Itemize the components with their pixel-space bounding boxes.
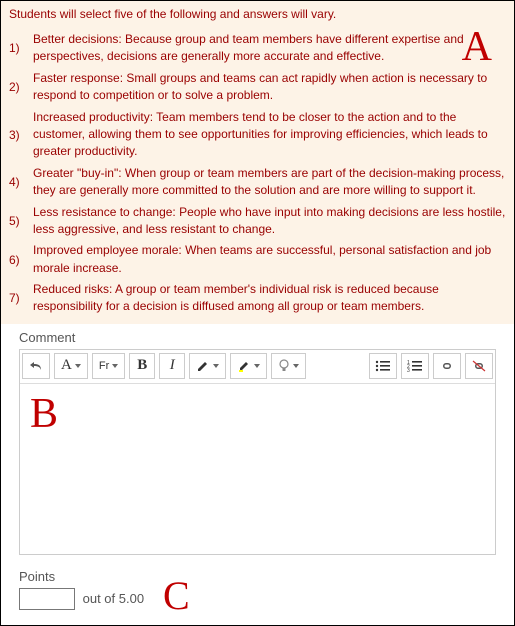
points-label: Points — [19, 569, 514, 584]
bold-button[interactable]: B — [129, 353, 155, 379]
insert-dropdown[interactable] — [271, 353, 306, 379]
lightbulb-icon — [278, 359, 290, 373]
bullet-list-button[interactable] — [369, 353, 397, 379]
chevron-down-icon — [254, 364, 260, 368]
item-number: 2) — [9, 68, 33, 107]
editor-toolbar: A Fr B I 123 — [20, 350, 495, 384]
chevron-down-icon — [75, 364, 81, 368]
pencil-icon — [196, 359, 210, 373]
text-color-dropdown[interactable] — [189, 353, 226, 379]
item-text: Better decisions: Because group and team… — [33, 29, 506, 68]
unlink-button[interactable] — [465, 353, 493, 379]
highlighter-icon — [237, 359, 251, 373]
italic-button[interactable]: I — [159, 353, 185, 379]
list-item: 5) Less resistance to change: People who… — [9, 202, 506, 241]
comment-label: Comment — [19, 330, 514, 345]
answer-list: 1) Better decisions: Because group and t… — [9, 29, 506, 318]
list-item: 1) Better decisions: Because group and t… — [9, 29, 506, 68]
list-item: 4) Greater "buy-in": When group or team … — [9, 163, 506, 202]
item-number: 1) — [9, 29, 33, 68]
item-number: 5) — [9, 202, 33, 241]
points-suffix: out of 5.00 — [83, 591, 144, 606]
undo-button[interactable] — [22, 353, 50, 379]
list-item: 2) Faster response: Small groups and tea… — [9, 68, 506, 107]
bullet-list-icon — [375, 359, 391, 373]
svg-text:3: 3 — [407, 368, 410, 373]
link-button[interactable] — [433, 353, 461, 379]
font-family-dropdown[interactable]: Fr — [92, 353, 125, 379]
points-block: Points out of 5.00 — [19, 569, 514, 610]
font-family-label: Fr — [99, 360, 109, 372]
numbered-list-icon: 123 — [407, 359, 423, 373]
link-icon — [439, 359, 455, 373]
item-text: Less resistance to change: People who ha… — [33, 202, 506, 241]
item-text: Greater "buy-in": When group or team mem… — [33, 163, 506, 202]
unlink-icon — [471, 359, 487, 373]
highlight-dropdown[interactable] — [230, 353, 267, 379]
item-number: 7) — [9, 279, 33, 318]
font-color-dropdown[interactable]: A — [54, 353, 88, 379]
undo-icon — [29, 359, 43, 373]
item-number: 4) — [9, 163, 33, 202]
chevron-down-icon — [112, 364, 118, 368]
comment-textarea[interactable]: B — [20, 384, 495, 554]
item-number: 6) — [9, 240, 33, 279]
list-item: 3) Increased productivity: Team members … — [9, 107, 506, 163]
item-text: Improved employee morale: When teams are… — [33, 240, 506, 279]
list-item: 7) Reduced risks: A group or team member… — [9, 279, 506, 318]
item-text: Faster response: Small groups and teams … — [33, 68, 506, 107]
chevron-down-icon — [293, 364, 299, 368]
font-color-label: A — [61, 357, 72, 374]
numbered-list-button[interactable]: 123 — [401, 353, 429, 379]
rich-text-editor: A Fr B I 123 B — [19, 349, 496, 555]
list-item: 6) Improved employee morale: When teams … — [9, 240, 506, 279]
item-text: Reduced risks: A group or team member's … — [33, 279, 506, 318]
answer-key-block: Students will select five of the followi… — [1, 1, 514, 324]
points-input[interactable] — [19, 588, 75, 610]
chevron-down-icon — [213, 364, 219, 368]
item-number: 3) — [9, 107, 33, 163]
instruction-text: Students will select five of the followi… — [9, 7, 506, 21]
item-text: Increased productivity: Team members ten… — [33, 107, 506, 163]
